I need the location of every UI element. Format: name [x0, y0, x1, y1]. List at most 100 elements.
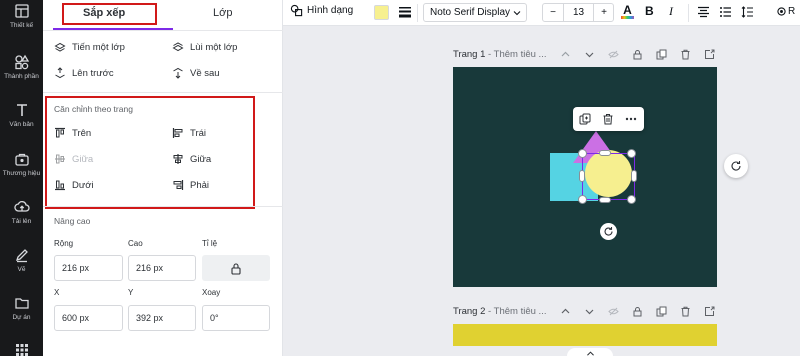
height-field[interactable]: 216 px [128, 255, 196, 281]
send-backward-button[interactable]: Lùi một lớp [172, 41, 237, 53]
font-size-increase[interactable]: + [594, 4, 614, 21]
page-2-title[interactable]: Trang 2 - Thêm tiêu ... [453, 306, 546, 317]
rail-item-elements[interactable]: Thành phần [0, 54, 43, 80]
rotate-handle[interactable] [600, 223, 617, 240]
folder-icon [14, 298, 29, 309]
y-field[interactable]: 392 px [128, 305, 196, 331]
height-label: Cao [128, 239, 143, 248]
resize-handle[interactable] [579, 170, 585, 182]
width-field[interactable]: 216 px [54, 255, 123, 281]
resize-handle[interactable] [627, 149, 636, 158]
extra-toolbar-label: R [788, 5, 796, 17]
spacing-button[interactable] [741, 6, 754, 18]
italic-button[interactable]: I [669, 4, 673, 19]
resize-handle[interactable] [578, 149, 587, 158]
arrange-panel: Sắp xếp Lớp Tiến một lớp Lùi một lớp Lên… [43, 0, 283, 356]
editor-app: Thiết kế Thành phần Văn bản Thương hiệu … [0, 0, 800, 356]
element-context-toolbar [573, 107, 644, 131]
divider [43, 206, 283, 207]
page-1-title[interactable]: Trang 1 - Thêm tiêu ... [453, 49, 546, 60]
page-1-canvas[interactable] [453, 67, 717, 287]
resize-handle[interactable] [599, 197, 611, 203]
text-color-button[interactable]: A [621, 3, 634, 19]
line-style-button[interactable] [398, 6, 412, 18]
rail-item-text[interactable]: Văn bản [0, 102, 43, 128]
page-2-canvas[interactable] [453, 324, 717, 346]
rail-item-projects[interactable]: Dự án [0, 295, 43, 321]
bring-to-front-button[interactable]: Lên trước [54, 67, 114, 79]
page-2-label: Trang 2 [453, 306, 486, 317]
fill-color-swatch[interactable] [374, 5, 389, 20]
rail-item-brand[interactable]: Thương hiệu [0, 151, 43, 177]
font-size-stepper[interactable]: − 13 + [542, 3, 614, 22]
resize-handle[interactable] [631, 170, 637, 182]
trash-icon [603, 114, 612, 125]
annotation-highlight-box [62, 3, 157, 25]
delete-button[interactable] [596, 107, 619, 131]
hide-icon[interactable] [608, 49, 619, 60]
rail-item-apps[interactable] [0, 342, 43, 356]
chevron-down-icon[interactable] [584, 306, 595, 317]
duplicate-icon[interactable] [656, 49, 667, 60]
bold-button[interactable]: B [645, 4, 654, 18]
page-2-title-placeholder: - Thêm tiêu ... [485, 306, 547, 317]
add-page-icon[interactable] [704, 306, 715, 317]
text-icon [16, 104, 27, 116]
bring-forward-label: Tiến một lớp [72, 41, 125, 53]
page-2-tools [560, 306, 728, 317]
divider [43, 30, 283, 31]
resize-handle[interactable] [627, 195, 636, 204]
font-size-decrease[interactable]: − [543, 4, 563, 21]
brand-icon [14, 153, 29, 166]
rail-label: Tải lên [11, 218, 32, 225]
resize-handle[interactable] [578, 195, 587, 204]
chevron-down-icon[interactable] [584, 49, 595, 60]
resize-handle[interactable] [599, 150, 611, 156]
shape-button[interactable]: Hình dạng [290, 4, 353, 17]
line-weight-icon [399, 7, 411, 18]
rail-label: Dự án [12, 314, 31, 321]
send-to-back-button[interactable]: Về sau [172, 67, 220, 79]
lock-icon[interactable] [632, 49, 643, 60]
lock-icon[interactable] [632, 306, 643, 317]
extra-toolbar-chip[interactable]: R [771, 0, 800, 22]
panel-tabs: Sắp xếp Lớp [43, 0, 283, 30]
page-1-title-placeholder: - Thêm tiêu ... [485, 49, 547, 60]
rotate-field[interactable]: 0° [202, 305, 270, 331]
shapes-icon [14, 54, 29, 70]
list-button[interactable] [719, 6, 732, 18]
assistant-button[interactable] [724, 154, 748, 178]
tab-layers[interactable]: Lớp [213, 7, 232, 19]
rail-label: Vẽ [17, 266, 26, 273]
more-options-button[interactable] [619, 107, 642, 131]
lock-icon [231, 262, 241, 275]
font-family-select[interactable]: Noto Serif Display [423, 3, 527, 22]
duplicate-button[interactable] [573, 107, 596, 131]
delete-icon[interactable] [680, 306, 691, 317]
more-icon [625, 117, 636, 121]
x-label: X [54, 288, 60, 297]
lock-ratio-button[interactable] [202, 255, 270, 281]
font-size-input[interactable]: 13 [563, 4, 594, 21]
rail-item-design[interactable]: Thiết kế [0, 3, 43, 29]
text-color-letter: A [623, 3, 632, 17]
rail-item-upload[interactable]: Tải lên [0, 199, 43, 225]
chevron-up-icon[interactable] [560, 49, 571, 60]
add-page-icon[interactable] [704, 49, 715, 60]
rail-label: Thương hiệu [2, 170, 41, 177]
send-to-back-icon [173, 67, 183, 79]
rail-item-draw[interactable]: Vẽ [0, 247, 43, 273]
width-label: Rộng [54, 239, 74, 248]
notes-pull-tab[interactable] [567, 348, 613, 356]
ratio-label: Tỉ lệ [202, 239, 218, 248]
text-align-button[interactable] [697, 6, 710, 18]
divider [43, 92, 283, 93]
hide-icon[interactable] [608, 306, 619, 317]
bring-forward-button[interactable]: Tiến một lớp [54, 41, 125, 53]
delete-icon[interactable] [680, 49, 691, 60]
left-rail: Thiết kế Thành phần Văn bản Thương hiệu … [0, 0, 43, 356]
rail-label: Thành phần [4, 73, 39, 80]
chevron-up-icon[interactable] [560, 306, 571, 317]
duplicate-icon[interactable] [656, 306, 667, 317]
x-field[interactable]: 600 px [54, 305, 123, 331]
